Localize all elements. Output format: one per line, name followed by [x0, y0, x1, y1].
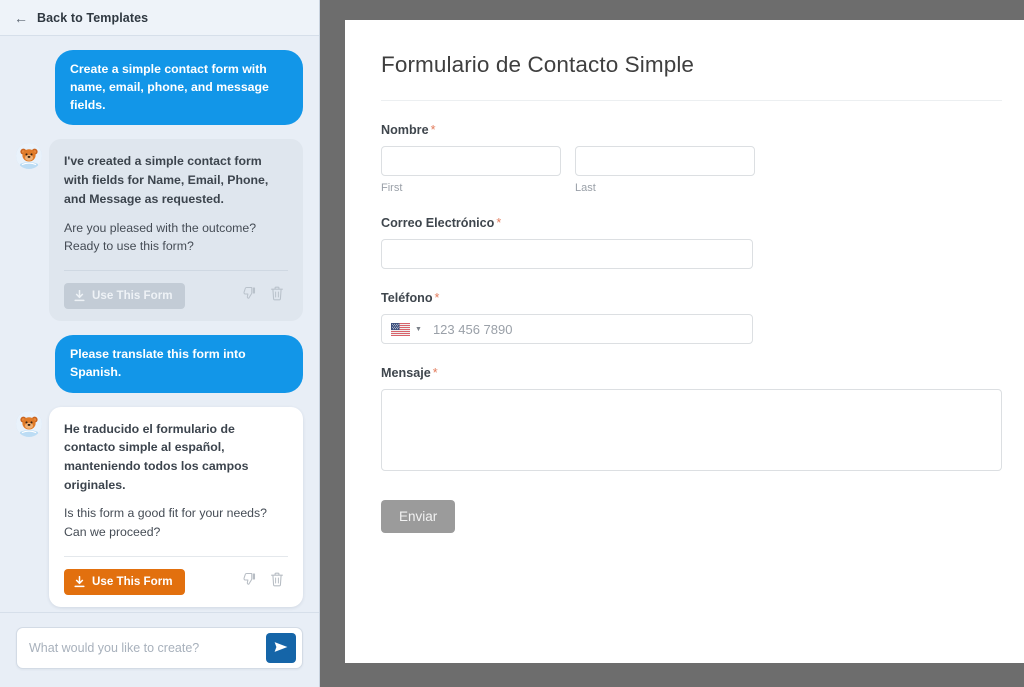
use-this-form-button[interactable]: Use This Form — [64, 568, 185, 595]
required-marker: * — [496, 216, 502, 230]
chat-message-assistant: I've created a simple contact form with … — [16, 139, 303, 321]
phone-input-group: ▼ — [381, 314, 753, 344]
required-marker: * — [432, 366, 438, 380]
email-input[interactable] — [381, 239, 753, 269]
submit-button[interactable]: Enviar — [381, 500, 456, 533]
assistant-message-text: I've created a simple contact form with … — [64, 154, 269, 206]
field-label-text: Mensaje — [381, 366, 431, 380]
chat-prompt-input[interactable] — [29, 641, 266, 655]
form-preview-panel: Formulario de Contacto Simple Nombre * Fi… — [345, 20, 1024, 663]
send-button[interactable] — [266, 633, 296, 663]
assistant-message-actions: Use This Form — [64, 568, 288, 595]
arrow-left-icon: ← — [14, 9, 28, 26]
field-telefono: Teléfono * ▼ 123 456 7890 — [381, 291, 1024, 344]
field-mensaje: Mensaje * — [381, 366, 1024, 476]
chat-message-user: Please translate this form into Spanish. — [16, 334, 303, 393]
thumbs-down-icon[interactable] — [242, 286, 257, 306]
bear-mascot-avatar — [16, 410, 42, 437]
name-field-row: First Last — [381, 146, 1024, 194]
bubble-divider — [64, 555, 288, 557]
assistant-message-question: Is this form a good fit for your needs? … — [64, 506, 268, 540]
thumbs-down-icon[interactable] — [242, 572, 257, 592]
country-selector[interactable]: ▼ — [391, 322, 422, 336]
us-flag-icon — [391, 322, 410, 336]
download-icon — [74, 289, 85, 302]
field-label-text: Correo Electrónico — [381, 216, 495, 230]
field-label-nombre: Nombre * — [381, 123, 1024, 137]
field-label-text: Teléfono — [381, 291, 433, 305]
trash-icon[interactable] — [270, 572, 284, 592]
assistant-message-bubble: He traducido el formulario de contacto s… — [49, 406, 303, 607]
feedback-icon-group — [242, 286, 288, 306]
field-nombre: Nombre * First Last — [381, 123, 1024, 194]
composer-container — [0, 612, 319, 687]
chat-sidebar: ← Back to Templates Create a simple cont… — [0, 0, 320, 687]
required-marker: * — [430, 123, 436, 137]
feedback-icon-group — [242, 572, 288, 592]
name-last-sublabel: Last — [575, 182, 596, 194]
trash-icon[interactable] — [270, 286, 284, 306]
title-divider — [381, 100, 1002, 101]
chevron-down-icon: ▼ — [415, 325, 422, 333]
name-last-input[interactable] — [575, 146, 755, 176]
name-first-input[interactable] — [381, 146, 561, 176]
name-first-sublabel: First — [381, 182, 403, 194]
assistant-message-bubble: I've created a simple contact form with … — [49, 139, 303, 321]
field-label-telefono: Teléfono * — [381, 291, 1024, 305]
name-first-column: First — [381, 146, 561, 194]
field-label-mensaje: Mensaje * — [381, 366, 1024, 380]
field-label-correo-electronico: Correo Electrónico * — [381, 216, 1024, 230]
assistant-message-actions: Use This Form — [64, 282, 288, 309]
use-this-form-button[interactable]: Use This Form — [64, 282, 185, 309]
bubble-divider — [64, 269, 288, 271]
phone-input[interactable] — [432, 321, 752, 337]
required-marker: * — [434, 291, 440, 305]
chat-message-assistant: He traducido el formulario de contacto s… — [16, 406, 303, 607]
chat-message-list: Create a simple contact form with name, … — [0, 36, 319, 612]
field-label-text: Nombre — [381, 123, 429, 137]
message-textarea[interactable] — [381, 389, 1002, 471]
back-to-templates-label: Back to Templates — [37, 10, 149, 25]
back-to-templates-button[interactable]: ← Back to Templates — [0, 0, 319, 36]
form-title: Formulario de Contacto Simple — [381, 52, 695, 77]
send-paper-plane-icon — [273, 639, 289, 658]
assistant-message-text: He traducido el formulario de contacto s… — [64, 421, 249, 492]
user-message-bubble: Please translate this form into Spanish. — [55, 334, 303, 393]
bear-mascot-avatar — [16, 143, 42, 170]
field-correo-electronico: Correo Electrónico * — [381, 216, 1024, 269]
chat-message-user: Create a simple contact form with name, … — [16, 50, 303, 126]
use-this-form-label: Use This Form — [92, 289, 173, 303]
download-icon — [74, 575, 85, 588]
use-this-form-label: Use This Form — [92, 574, 173, 588]
name-last-column: Last — [575, 146, 755, 194]
user-message-bubble: Create a simple contact form with name, … — [55, 50, 303, 126]
assistant-message-question: Are you pleased with the outcome? Ready … — [64, 220, 257, 254]
composer — [16, 627, 303, 669]
